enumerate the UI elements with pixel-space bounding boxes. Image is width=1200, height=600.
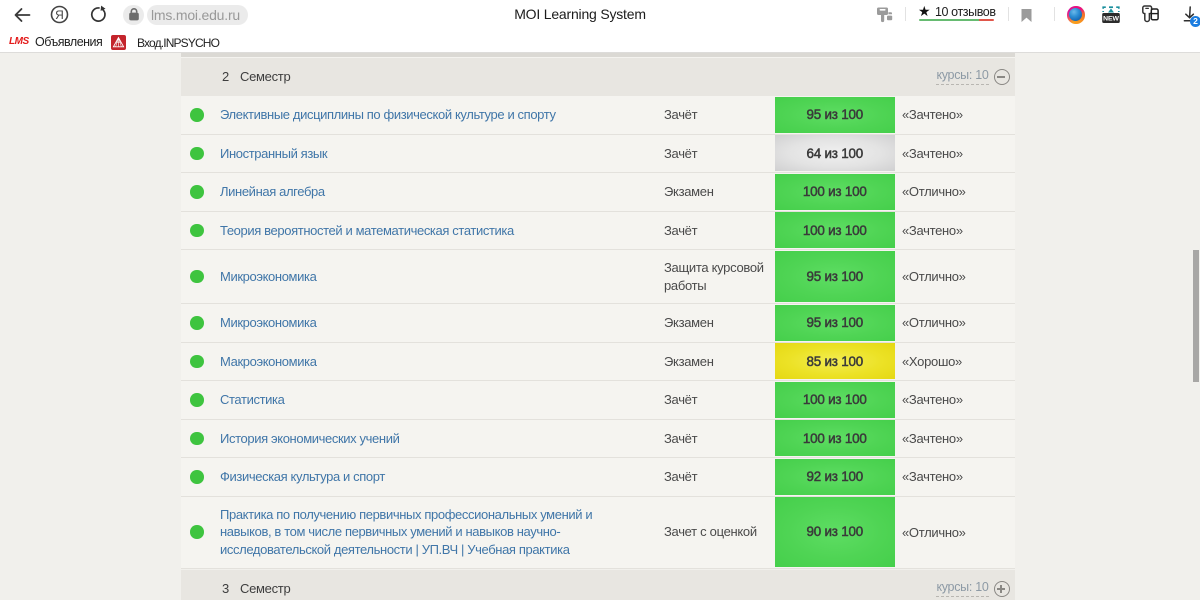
svg-text:Я: Я (55, 8, 64, 22)
svg-text:NEW: NEW (1103, 15, 1119, 22)
